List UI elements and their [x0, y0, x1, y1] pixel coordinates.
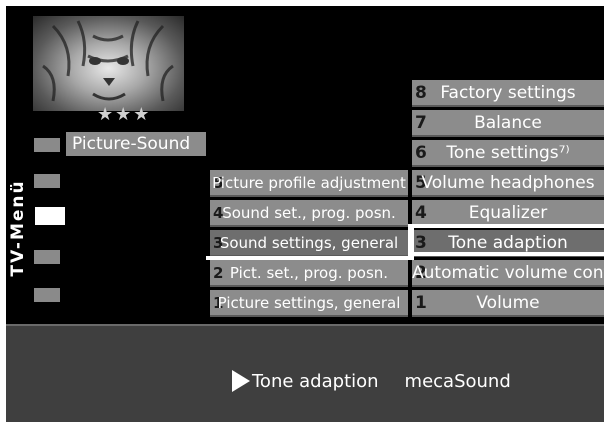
right-menu-item-label: Equalizer [468, 203, 548, 223]
selection-underline-right [408, 252, 604, 256]
tiger-image [42, 20, 174, 102]
rating-stars: ★★★ [97, 104, 152, 125]
menu-title: TV-Menü [8, 179, 28, 277]
right-menu-item-8[interactable]: 8 Factory settings [412, 80, 604, 107]
side-item-picture-sound[interactable] [34, 138, 60, 152]
selection-overline-right [408, 224, 604, 228]
selection-underline-middle [206, 256, 412, 260]
menu-title-vertical: TV-Menü [8, 158, 28, 298]
status-item: Tone adaption [252, 370, 379, 392]
right-menu-item-label: Factory settings [440, 83, 576, 103]
submenu-label: Picture-Sound [66, 132, 206, 156]
tv-screen: ★★★ TV-Menü Picture-Sound 5 Picture profi… [6, 6, 604, 422]
right-menu-item-6[interactable]: 6 Tone settings⁷⁾ [412, 140, 604, 167]
middle-menu-item-5[interactable]: 5 Picture profile adjustment [210, 170, 408, 197]
middle-menu-item-4[interactable]: 4 Sound set., prog. posn. [210, 200, 408, 227]
side-item-2[interactable] [34, 174, 60, 188]
middle-menu-item-label: Sound settings, general [219, 234, 399, 252]
right-menu-item-label: Volume headphones [421, 173, 595, 193]
side-item-4[interactable] [34, 250, 60, 264]
tiger-thumbnail [33, 16, 184, 111]
right-menu-item-label: Volume [476, 293, 540, 313]
status-value: mecaSound [404, 370, 511, 392]
right-menu-item-4[interactable]: 4 Equalizer [412, 200, 604, 227]
side-item-3[interactable] [35, 207, 65, 225]
status-line: Tone adaption mecaSound [232, 370, 511, 392]
play-arrow-icon [232, 370, 250, 392]
side-item-5[interactable] [34, 288, 60, 302]
middle-menu-item-1[interactable]: 1 Picture settings, general [210, 290, 408, 317]
middle-menu-item-label: Picture settings, general [217, 294, 401, 312]
right-menu-item-label: Balance [474, 113, 542, 133]
middle-menu-item-label: Pict. set., prog. posn. [229, 264, 389, 282]
middle-menu-item-label: Sound set., prog. posn. [222, 204, 396, 222]
right-menu-item-label: Tone settings⁷⁾ [446, 143, 570, 163]
right-menu-item-1[interactable]: 1 Volume [412, 290, 604, 317]
middle-menu-item-label: Picture profile adjustment [212, 174, 406, 192]
right-menu-item-2[interactable]: 2Automatic volume control [412, 260, 604, 287]
middle-menu-item-3[interactable]: 3 Sound settings, general [210, 230, 408, 257]
right-menu-item-5[interactable]: 5 Volume headphones [412, 170, 604, 197]
status-panel: Tone adaption mecaSound [6, 324, 604, 422]
right-menu-item-7[interactable]: 7 Balance [412, 110, 604, 137]
middle-menu-item-2[interactable]: 2 Pict. set., prog. posn. [210, 260, 408, 287]
right-menu-item-label: Automatic volume control [412, 263, 604, 283]
